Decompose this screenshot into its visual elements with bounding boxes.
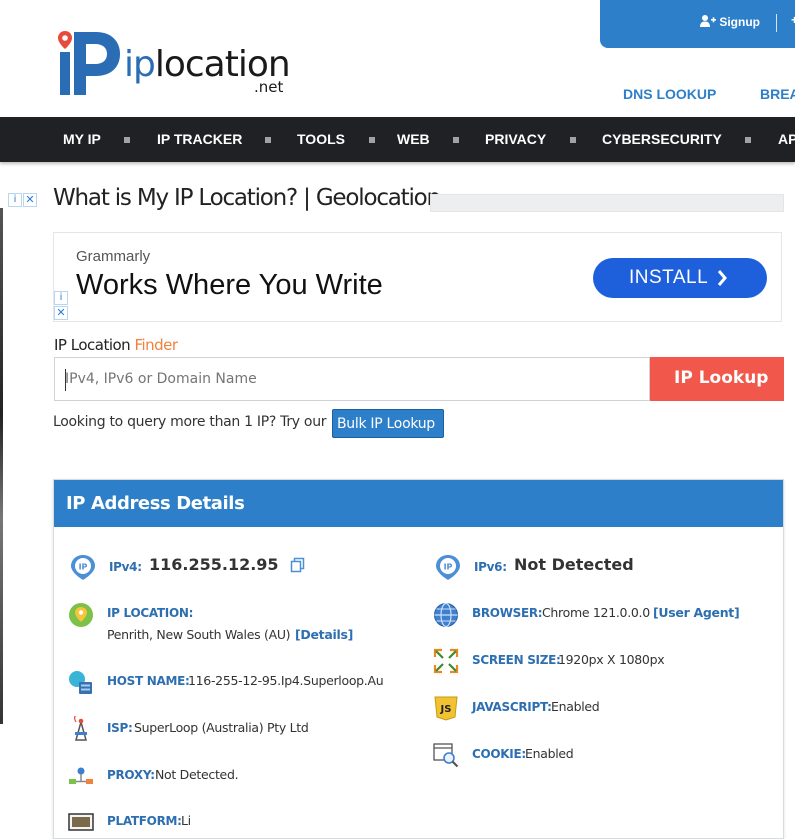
ad-close-icon[interactable]: ✕	[23, 193, 37, 207]
expand-arrows-icon	[433, 648, 459, 674]
ip-lookup-label: IP Lookup	[674, 368, 769, 388]
logo-ip-text: ip	[124, 44, 156, 85]
side-ad: i ✕	[0, 192, 38, 724]
ad-close-icon[interactable]: ✕	[54, 306, 68, 320]
dns-lookup-link[interactable]: DNS LOOKUP	[623, 86, 716, 102]
ip-pin-icon: IP	[71, 555, 95, 580]
location-details-link[interactable]: [Details]	[295, 627, 353, 642]
ip-pin-icon: IP	[436, 555, 460, 580]
platform-monitor-icon	[68, 813, 94, 831]
svg-text:IP: IP	[79, 563, 88, 572]
screen-size-label: SCREEN SIZE:	[472, 653, 561, 667]
bulk-prompt: Looking to query more than 1 IP? Try our	[53, 414, 327, 430]
nav-tools[interactable]: TOOLS	[297, 131, 345, 147]
nav-ip-tracker[interactable]: IP TRACKER	[157, 131, 242, 147]
finder-heading: IP Location Finder	[54, 336, 178, 354]
ad-brand: Grammarly	[76, 248, 151, 265]
nav-separator	[570, 137, 576, 143]
ip-location-label: IP LOCATION:	[107, 606, 194, 620]
ipv4-value: 116.255.12.95	[149, 555, 279, 574]
nav-my-ip[interactable]: MY IP	[63, 131, 101, 147]
proxy-network-icon	[69, 767, 93, 784]
nav-privacy[interactable]: PRIVACY	[485, 131, 546, 147]
adchoices-icon[interactable]: i	[8, 193, 22, 207]
main-nav: MY IP IP TRACKER TOOLS WEB PRIVACY CYBER…	[0, 117, 795, 162]
copy-icon[interactable]	[290, 557, 306, 573]
ipv6-label: IPv6:	[474, 560, 507, 574]
cookie-value: Enabled	[525, 746, 574, 761]
user-plus-icon	[700, 15, 716, 27]
title-underline-bar	[430, 194, 784, 212]
browser-value: Chrome 121.0.0.0	[542, 605, 650, 620]
nav-web[interactable]: WEB	[397, 131, 430, 147]
chevron-right-icon	[717, 270, 727, 286]
javascript-label: JAVASCRIPT:	[472, 700, 552, 714]
globe-icon	[434, 602, 458, 628]
side-ad-image[interactable]	[0, 208, 3, 724]
account-bar: Signup +	[600, 0, 795, 48]
cookie-label: COOKIE:	[472, 747, 526, 761]
host-name-value: 116-255-12-95.Ip4.Superloop.Au	[188, 673, 384, 688]
platform-value: Li	[181, 813, 191, 828]
ip-search-field[interactable]	[54, 357, 650, 401]
svg-text:JS: JS	[440, 704, 452, 715]
javascript-value: Enabled	[551, 699, 600, 714]
nav-separator	[265, 137, 271, 143]
nav-api[interactable]: AP	[778, 131, 795, 147]
nav-separator	[453, 137, 459, 143]
cookie-search-icon	[433, 743, 459, 768]
location-pin-icon	[69, 603, 93, 627]
logo-pin-icon	[58, 31, 120, 95]
ip-details-card: IP Address Details IP IPv4: 116.255.12.9…	[53, 479, 784, 839]
ip-location-value: Penrith, New South Wales (AU)	[107, 627, 291, 642]
isp-tower-icon	[73, 716, 87, 741]
nav-cybersecurity[interactable]: CYBERSECURITY	[602, 131, 722, 147]
screen-size-value: 1920px X 1080px	[558, 652, 665, 667]
finder-heading-main: IP Location	[54, 336, 135, 354]
logo-suffix: .net	[254, 78, 284, 96]
bulk-ip-lookup-button[interactable]: Bulk IP Lookup	[332, 409, 444, 438]
host-server-icon	[69, 671, 92, 694]
javascript-icon: JS	[434, 696, 458, 721]
isp-label: ISP:	[107, 721, 133, 735]
page-title: What is My IP Location? | Geolocation	[53, 185, 441, 211]
host-name-label: HOST NAME:	[107, 674, 190, 688]
ad-install-label: INSTALL	[629, 267, 709, 288]
proxy-value: Not Detected.	[155, 767, 239, 782]
ad-install-button[interactable]: INSTALL	[593, 258, 767, 298]
browser-label: BROWSER:	[472, 606, 543, 620]
signup-link[interactable]: Signup	[700, 15, 760, 29]
card-title: IP Address Details	[66, 493, 245, 514]
ip-lookup-button[interactable]: IP Lookup	[650, 357, 784, 401]
finder-heading-accent: Finder	[134, 336, 178, 354]
svg-text:IP: IP	[444, 563, 453, 572]
platform-label: PLATFORM:	[107, 814, 182, 828]
login-link[interactable]: +	[791, 13, 795, 27]
isp-value: SuperLoop (Australia) Pty Ltd	[134, 720, 309, 735]
adchoices-icon[interactable]: i	[54, 291, 68, 305]
ad-headline: Works Where You Write	[76, 269, 383, 301]
proxy-label: PROXY:	[107, 768, 155, 782]
user-agent-link[interactable]: [User Agent]	[653, 605, 740, 620]
nav-separator	[369, 137, 375, 143]
bulk-ip-lookup-label: Bulk IP Lookup	[337, 416, 435, 432]
ipv4-label: IPv4:	[109, 560, 142, 574]
site-logo[interactable]: iplocation .net	[58, 30, 291, 98]
ip-search-input[interactable]	[65, 366, 625, 392]
breach-link[interactable]: BREA	[760, 86, 795, 102]
signup-divider	[776, 14, 777, 32]
signup-label: Signup	[719, 15, 761, 29]
ipv6-value: Not Detected	[514, 555, 634, 574]
nav-separator	[745, 137, 751, 143]
nav-separator	[124, 137, 130, 143]
card-header: IP Address Details	[54, 480, 783, 527]
banner-ad[interactable]: Grammarly Works Where You Write INSTALL	[53, 232, 782, 322]
